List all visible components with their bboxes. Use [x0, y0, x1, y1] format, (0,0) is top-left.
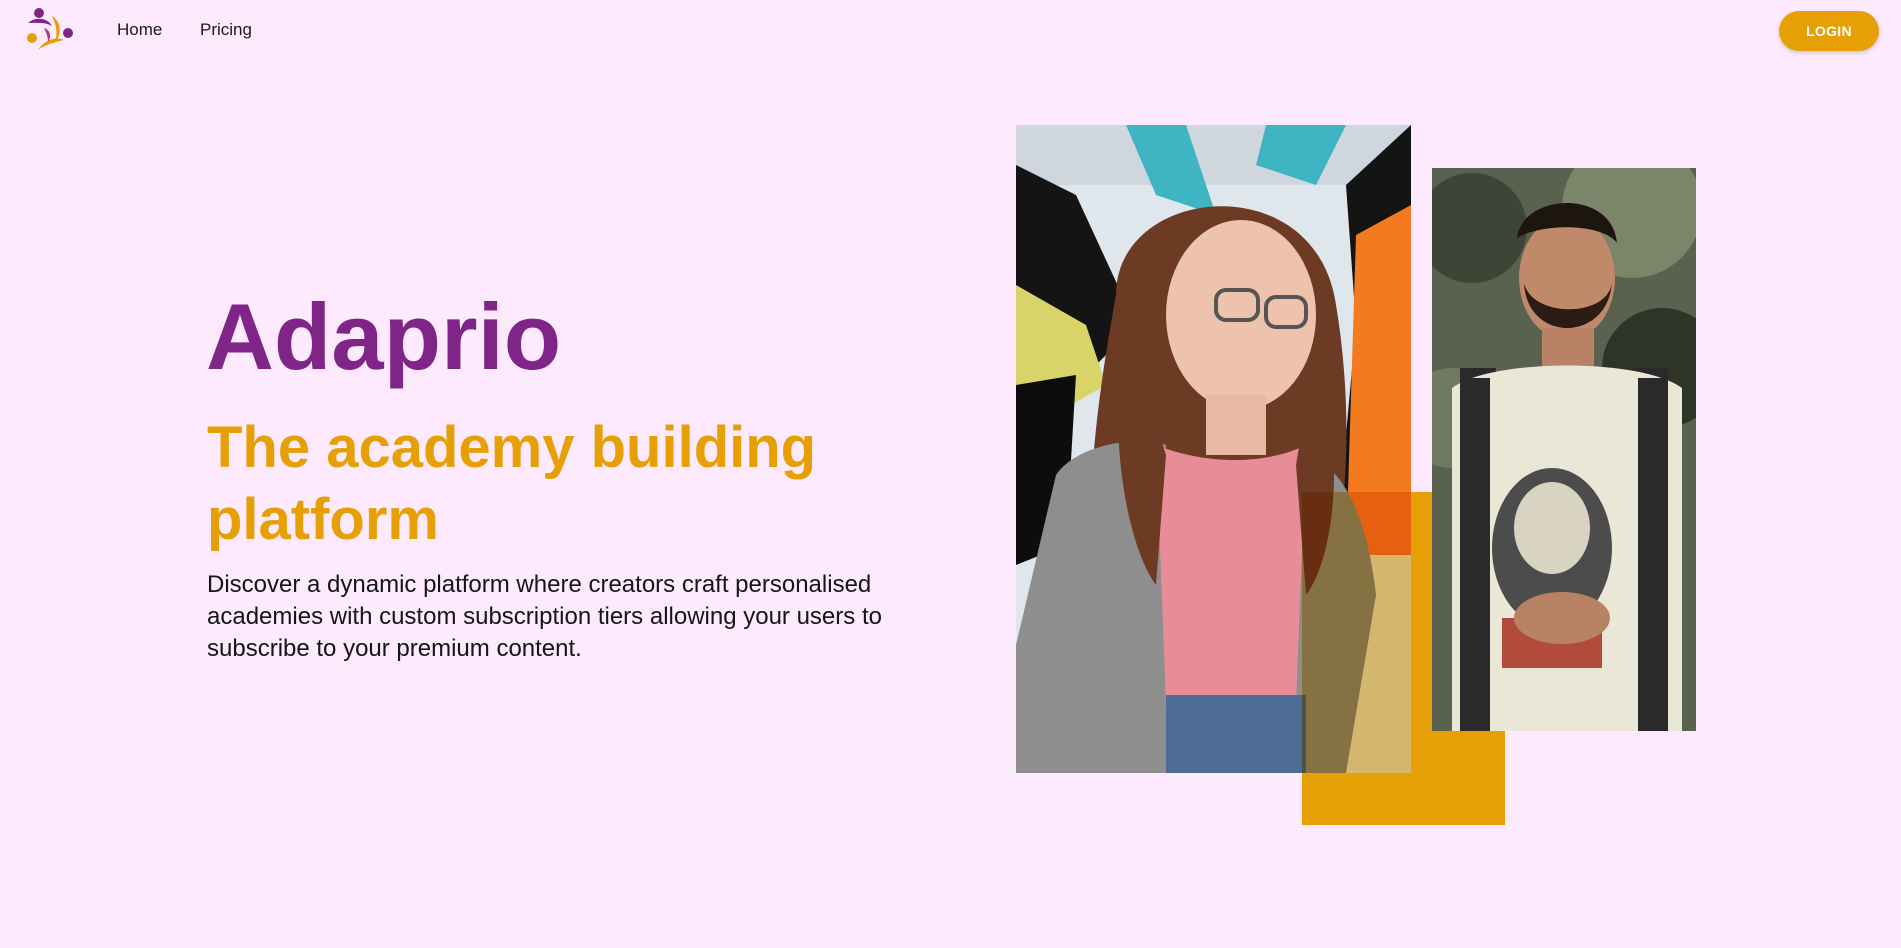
hero-subtitle: The academy building platform — [207, 415, 817, 552]
login-button[interactable]: LOGIN — [1779, 11, 1879, 51]
photo-man-beard — [1432, 168, 1696, 731]
adaprio-logo-icon[interactable] — [24, 6, 74, 52]
nav-link-home[interactable]: Home — [117, 20, 162, 40]
hero-description: Discover a dynamic platform where creato… — [207, 571, 882, 662]
accent-overlay — [1302, 492, 1411, 773]
nav-link-pricing[interactable]: Pricing — [200, 20, 252, 40]
navbar: Home Pricing LOGIN — [0, 0, 1901, 62]
hero-title: Adaprio — [206, 284, 562, 389]
